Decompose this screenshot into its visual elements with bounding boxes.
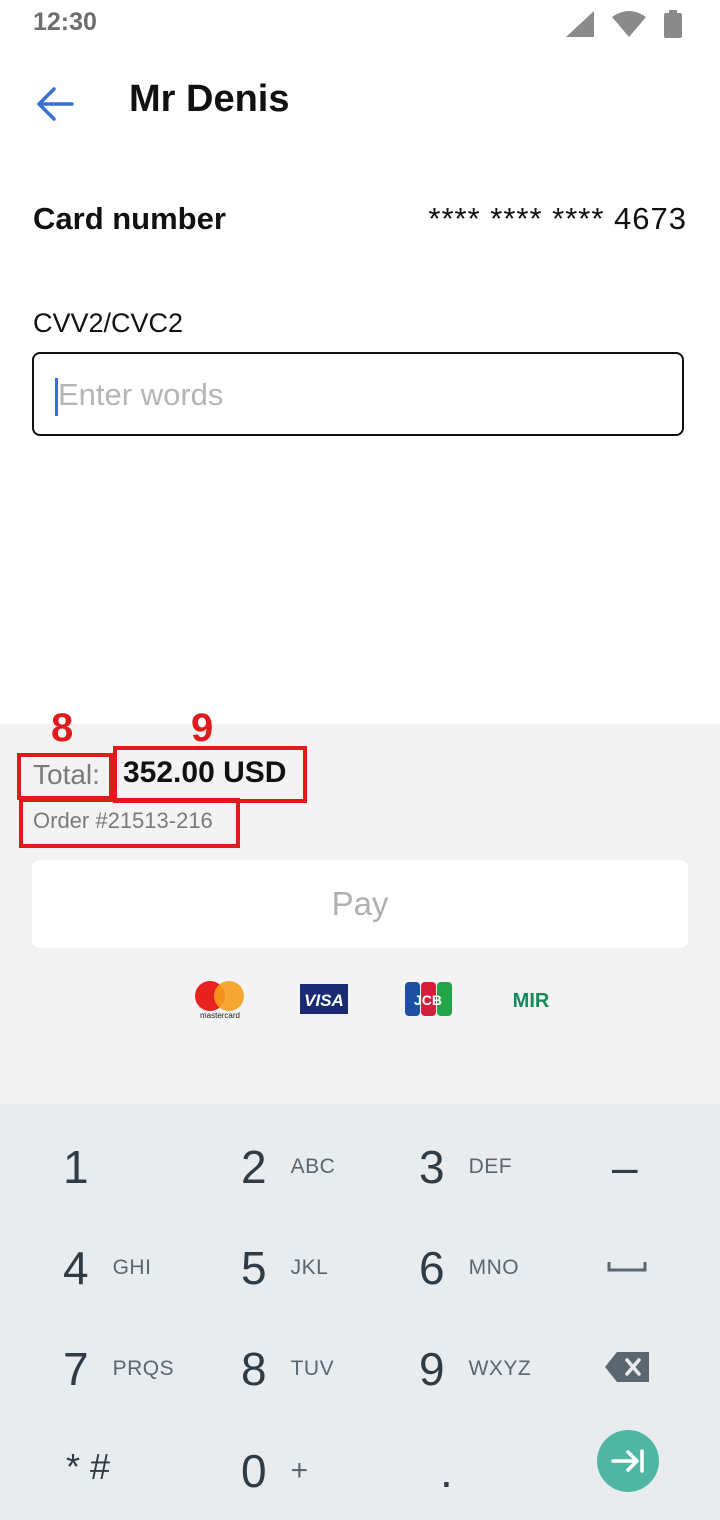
key-5[interactable]: 5 JKL bbox=[241, 1241, 328, 1295]
cvv-input[interactable] bbox=[34, 354, 660, 436]
key-0[interactable]: 0 + bbox=[241, 1444, 309, 1498]
payment-logos: mastercard VISA JCB MIR bbox=[195, 981, 550, 1020]
total-label: Total: bbox=[33, 759, 100, 790]
backspace-icon[interactable] bbox=[605, 1352, 649, 1382]
key-8[interactable]: 8 TUV bbox=[241, 1342, 334, 1396]
signal-icon bbox=[566, 11, 594, 37]
page-title: Mr Denis bbox=[129, 78, 290, 120]
text-caret bbox=[55, 378, 58, 416]
space-key-icon[interactable] bbox=[607, 1258, 647, 1274]
annotation-9: 9 bbox=[191, 706, 214, 750]
key-minus[interactable]: – bbox=[612, 1140, 638, 1194]
key-1[interactable]: 1 bbox=[63, 1140, 89, 1194]
card-number-value: **** **** **** 4673 bbox=[428, 201, 687, 236]
card-number-label: Card number bbox=[33, 201, 226, 236]
next-arrow-icon bbox=[611, 1449, 644, 1473]
pay-button[interactable]: Pay bbox=[32, 860, 688, 948]
order-number: Order #21513-216 bbox=[33, 808, 213, 833]
key-6[interactable]: 6 MNO bbox=[419, 1241, 519, 1295]
status-time: 12:30 bbox=[33, 8, 97, 36]
svg-text:MIR: MIR bbox=[513, 990, 550, 1012]
key-4[interactable]: 4 GHI bbox=[63, 1241, 151, 1295]
mastercard-logo: mastercard bbox=[195, 981, 244, 1020]
key-dot[interactable]: . bbox=[440, 1444, 453, 1498]
battery-icon bbox=[664, 10, 682, 38]
key-9[interactable]: 9 WXYZ bbox=[419, 1342, 531, 1396]
key-star-hash[interactable]: * # bbox=[66, 1446, 110, 1488]
total-value: 352.00 USD bbox=[123, 756, 287, 789]
key-7[interactable]: 7 PRQS bbox=[63, 1342, 174, 1396]
svg-text:mastercard: mastercard bbox=[200, 1011, 240, 1020]
cvv-input-box[interactable] bbox=[32, 352, 684, 436]
visa-logo: VISA bbox=[300, 984, 348, 1014]
key-3[interactable]: 3 DEF bbox=[419, 1140, 512, 1194]
status-icons bbox=[566, 10, 682, 38]
cvv-label: CVV2/CVC2 bbox=[33, 308, 184, 338]
svg-text:VISA: VISA bbox=[304, 991, 344, 1010]
key-2[interactable]: 2 ABC bbox=[241, 1140, 335, 1194]
jcb-logo: JCB bbox=[405, 982, 452, 1016]
mir-logo: MIR bbox=[513, 990, 550, 1012]
svg-text:JCB: JCB bbox=[414, 992, 442, 1008]
annotation-8: 8 bbox=[51, 706, 74, 750]
back-arrow-icon[interactable] bbox=[34, 84, 74, 124]
enter-key[interactable] bbox=[597, 1430, 659, 1492]
wifi-icon bbox=[612, 11, 646, 37]
